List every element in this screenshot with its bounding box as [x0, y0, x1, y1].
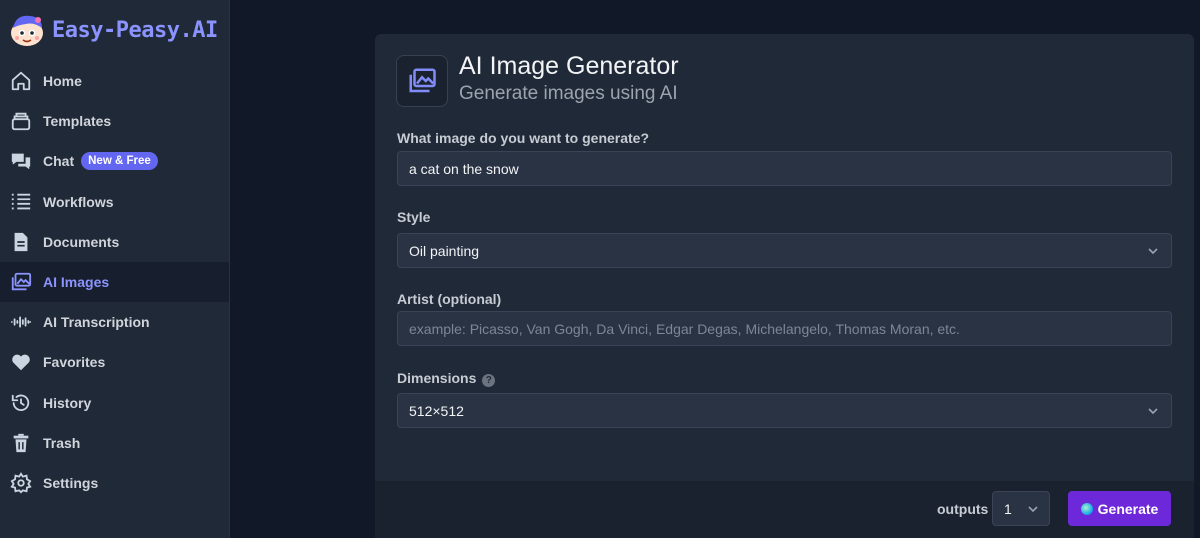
- home-icon: [10, 70, 32, 92]
- sidebar-item-workflows[interactable]: Workflows: [0, 182, 229, 222]
- gear-icon: [10, 472, 32, 494]
- dimensions-select[interactable]: 512×512: [397, 393, 1172, 428]
- sidebar-item-trash[interactable]: Trash: [0, 423, 229, 463]
- sidebar: Easy-Peasy.AI Home Templates Chat New & …: [0, 0, 230, 538]
- sidebar-item-label: Templates: [43, 113, 112, 130]
- dimensions-label: Dimensions?: [397, 370, 496, 387]
- sidebar-item-label: Home: [43, 73, 82, 90]
- generate-button-label: Generate: [1097, 500, 1159, 517]
- sidebar-item-templates[interactable]: Templates: [0, 101, 229, 141]
- sidebar-item-label: Trash: [43, 434, 81, 451]
- sidebar-item-favorites[interactable]: Favorites: [0, 342, 229, 382]
- chat-icon: [10, 150, 32, 172]
- images-icon: [10, 271, 32, 293]
- outputs-label: outputs: [937, 501, 989, 517]
- chevron-down-icon: [1148, 248, 1158, 255]
- style-select[interactable]: Oil painting: [397, 233, 1172, 268]
- templates-icon: [10, 110, 32, 132]
- sidebar-item-ai-images[interactable]: AI Images: [0, 261, 229, 303]
- help-icon[interactable]: ?: [482, 374, 496, 387]
- heart-icon: [10, 351, 32, 373]
- sidebar-item-label: Favorites: [43, 354, 106, 371]
- dimensions-select-value: 512×512: [409, 402, 464, 419]
- sidebar-item-label: Documents: [43, 233, 120, 250]
- prompt-label: What image do you want to generate?: [397, 130, 650, 146]
- document-icon: [10, 231, 32, 253]
- new-badge: New & Free: [81, 152, 158, 171]
- card-footer: outputs 1 Generate: [375, 481, 1194, 538]
- image-generator-card: AI Image Generator Generate images using…: [375, 34, 1194, 538]
- sidebar-item-history[interactable]: History: [0, 383, 229, 423]
- sidebar-item-label: Workflows: [43, 193, 114, 210]
- artist-label: Artist (optional): [397, 291, 502, 307]
- mascot-logo-icon: [8, 12, 46, 48]
- sidebar-item-chat[interactable]: Chat New & Free: [0, 141, 229, 181]
- page-subtitle: Generate images using AI: [459, 83, 678, 104]
- dimensions-label-text: Dimensions: [397, 370, 477, 386]
- sidebar-item-label: History: [43, 394, 92, 411]
- crystal-ball-icon: [1080, 502, 1093, 515]
- sidebar-item-label: AI Images: [43, 274, 110, 291]
- sidebar-item-label: Chat: [43, 153, 75, 170]
- sidebar-item-ai-transcription[interactable]: AI Transcription: [0, 302, 229, 342]
- sidebar-item-label: Settings: [43, 474, 99, 491]
- brand[interactable]: Easy-Peasy.AI: [8, 12, 218, 48]
- style-label: Style: [397, 209, 431, 225]
- waveform-icon: [10, 311, 32, 333]
- workflows-icon: [10, 191, 32, 213]
- sidebar-item-documents[interactable]: Documents: [0, 222, 229, 262]
- sidebar-nav: Home Templates Chat New & Free Workflows: [0, 61, 229, 503]
- images-icon: [396, 55, 448, 107]
- chevron-down-icon: [1148, 408, 1158, 415]
- sidebar-item-settings[interactable]: Settings: [0, 463, 229, 503]
- outputs-select[interactable]: 1: [992, 491, 1050, 526]
- sidebar-item-home[interactable]: Home: [0, 61, 229, 101]
- prompt-input[interactable]: a cat on the snow: [397, 151, 1172, 186]
- artist-input[interactable]: example: Picasso, Van Gogh, Da Vinci, Ed…: [397, 311, 1172, 346]
- generate-button[interactable]: Generate: [1068, 491, 1171, 526]
- brand-name: Easy-Peasy.AI: [52, 17, 218, 43]
- outputs-select-value: 1: [1004, 500, 1012, 517]
- style-select-value: Oil painting: [409, 242, 480, 259]
- sidebar-item-label: AI Transcription: [43, 314, 150, 331]
- history-icon: [10, 392, 32, 414]
- trash-icon: [10, 432, 32, 454]
- chevron-down-icon: [1028, 506, 1038, 513]
- page-title: AI Image Generator: [459, 52, 679, 80]
